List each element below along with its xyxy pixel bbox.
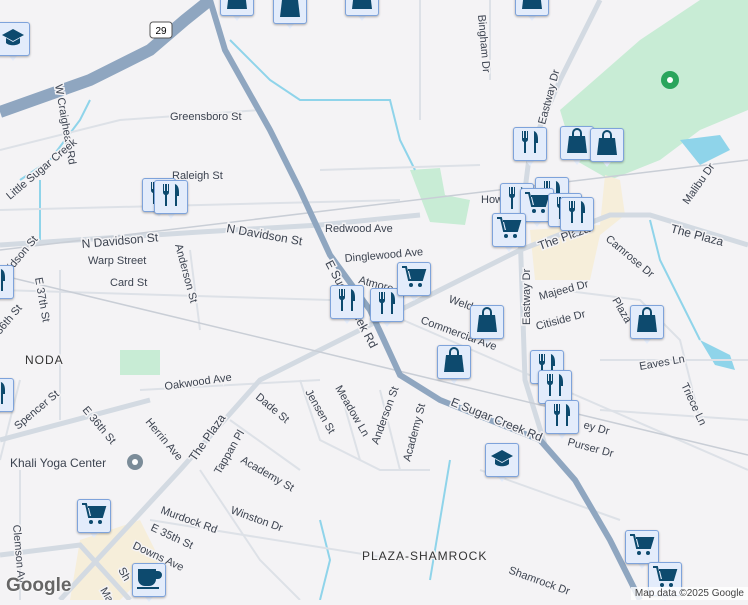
restaurant-icon [376, 291, 398, 320]
restaurant-marker[interactable] [330, 285, 364, 327]
google-logo: Google [6, 575, 72, 596]
street-label: 36th St [0, 303, 25, 337]
shopping-bag-marker[interactable] [560, 126, 594, 168]
restaurant-marker[interactable] [513, 127, 547, 169]
shopping-bag-marker[interactable] [437, 345, 471, 387]
restaurant-icon [336, 288, 358, 317]
street-label: E 37th St [32, 276, 52, 323]
street-label: Jensen St [302, 388, 337, 436]
street-label: Triece Ln [678, 381, 708, 427]
shopping-cart-marker[interactable] [492, 213, 526, 255]
svg-text:Khali Yoga Center: Khali Yoga Center [10, 456, 106, 470]
school-marker[interactable] [0, 22, 30, 64]
neighborhood-label: PLAZA-SHAMROCK [362, 549, 487, 563]
shopping-bag-marker[interactable] [220, 0, 254, 24]
creek [680, 135, 730, 165]
highway-us29 [0, 0, 214, 118]
shopping-cart-icon [524, 191, 550, 220]
street-label: Majeed Dr [538, 278, 590, 303]
shopping-cart-icon [629, 533, 655, 562]
shopping-bag-icon [226, 0, 248, 15]
school-marker[interactable] [485, 443, 519, 485]
shopping-cart-icon [401, 265, 427, 294]
creek [700, 340, 735, 370]
shopping-cart-marker[interactable] [77, 499, 111, 541]
coffee-cup-icon [136, 566, 162, 595]
restaurant-marker[interactable] [545, 400, 579, 442]
restaurant-icon [519, 130, 541, 159]
shopping-bag-icon [521, 0, 543, 15]
street-label: Camrose Dr [603, 233, 656, 281]
restaurant-marker[interactable] [0, 378, 14, 420]
poi-khali-yoga-center[interactable]: Khali Yoga Center [9, 454, 143, 472]
restaurant-marker[interactable] [0, 265, 14, 307]
street-label: Eastway Dr [536, 68, 562, 126]
shopping-bag-icon [636, 306, 658, 338]
school-icon [490, 448, 514, 473]
shopping-bag-marker[interactable] [345, 0, 379, 24]
shopping-bag-icon [279, 0, 301, 23]
route-shield: 29 [149, 21, 173, 39]
shopping-bag-marker[interactable] [515, 0, 549, 24]
restaurant-marker[interactable] [154, 180, 188, 222]
street-label: ey Dr [582, 419, 611, 437]
map-attribution: Map data ©2025 Google [630, 587, 748, 600]
park-area [120, 350, 160, 375]
street-label: Winston Dr [229, 505, 285, 535]
coffee-cup-marker[interactable] [132, 563, 166, 605]
shopping-bag-marker[interactable] [470, 305, 504, 347]
street-label: The Plaza [669, 221, 725, 249]
street-label: Tappan Pl [212, 428, 247, 476]
street-label: Card St [110, 277, 147, 289]
school-icon [1, 27, 25, 52]
park-pin-icon[interactable] [661, 71, 679, 89]
street-label: Shamrock Dr [507, 565, 572, 598]
street-label: Warp Street [88, 255, 146, 267]
street-label: Eastway Dr [521, 268, 533, 325]
street-label: Academy St [401, 402, 428, 462]
street-label: Citiside Dr [535, 308, 587, 333]
restaurant-icon [160, 183, 182, 212]
restaurant-icon [0, 268, 8, 297]
street-label: Eaves Ln [638, 353, 685, 373]
shopping-cart-marker[interactable] [397, 262, 431, 304]
shopping-bag-icon [351, 0, 373, 15]
street-label: Herrin Ave [143, 416, 185, 463]
neighborhood-label: NODA [25, 353, 64, 367]
street-label: Dade St [253, 391, 291, 426]
shopping-bag-icon [566, 127, 588, 159]
shopping-bag-icon [476, 306, 498, 338]
shopping-cart-icon [81, 502, 107, 531]
shopping-bag-marker[interactable] [273, 0, 307, 32]
shopping-bag-marker[interactable] [590, 128, 624, 170]
restaurant-icon [566, 200, 588, 229]
street-label: Redwood Ave [325, 223, 393, 235]
street-label: Oakwood Ave [164, 372, 233, 393]
restaurant-icon [0, 381, 8, 410]
street-label: Greensboro St [170, 111, 242, 123]
restaurant-icon [544, 373, 566, 402]
svg-text:29: 29 [155, 26, 167, 37]
shopping-bag-icon [596, 129, 618, 161]
shopping-bag-icon [443, 346, 465, 378]
street-label: Anderson St [370, 385, 402, 446]
restaurant-icon [551, 403, 573, 432]
shopping-cart-icon [496, 216, 522, 245]
shopping-bag-marker[interactable] [630, 305, 664, 347]
street-label: N Davidson St [81, 230, 159, 251]
restaurant-marker[interactable] [560, 197, 594, 239]
